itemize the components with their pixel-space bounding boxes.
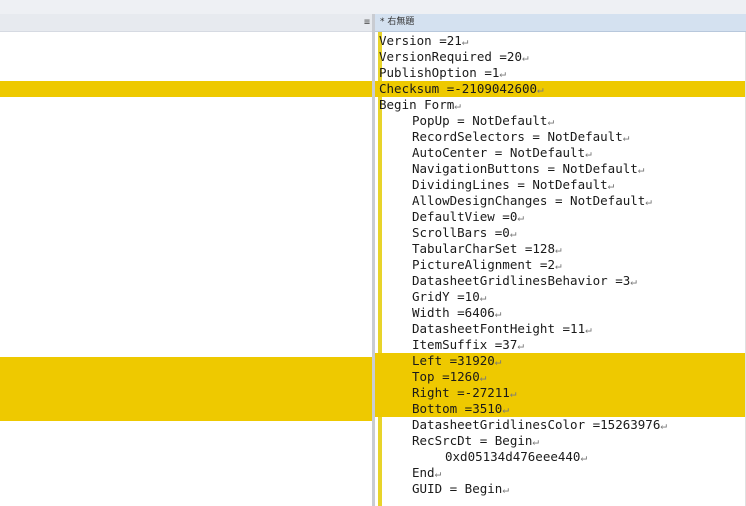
line-break-icon: ↵	[509, 227, 517, 240]
menu-icon[interactable]: ≡	[362, 14, 372, 31]
line-break-icon: ↵	[622, 131, 630, 144]
line-break-icon: ↵	[532, 435, 540, 448]
code-line[interactable]: ScrollBars =0↵	[379, 225, 516, 241]
line-break-icon: ↵	[494, 307, 502, 320]
code-line[interactable]: GridY =10↵	[379, 289, 486, 305]
line-break-icon: ↵	[537, 83, 544, 96]
line-break-icon: ↵	[522, 51, 529, 64]
line-break-icon: ↵	[555, 243, 562, 256]
code-line-text: DefaultView =0	[412, 209, 518, 224]
code-line[interactable]: Checksum =-2109042600↵	[375, 81, 746, 97]
line-break-icon: ↵	[645, 195, 652, 208]
code-editor[interactable]: Version =21↵ VersionRequired =20↵ PublishO…	[375, 32, 746, 506]
code-line-text: ItemSuffix =37	[412, 337, 518, 352]
editor-tab[interactable]: * 右無題	[375, 14, 746, 32]
code-line[interactable]: PictureAlignment =2↵	[379, 257, 562, 273]
line-break-icon: ↵	[580, 451, 588, 464]
line-break-icon: ↵	[461, 35, 469, 48]
code-line[interactable]: End↵	[379, 465, 441, 481]
code-line-text: Checksum =-2109042600	[379, 81, 538, 96]
code-line-text: RecordSelectors = NotDefault	[412, 129, 623, 144]
code-line[interactable]: VersionRequired =20↵	[379, 49, 529, 65]
code-line-text: Left =31920	[412, 353, 495, 368]
code-line[interactable]: TabularCharSet =128↵	[379, 241, 562, 257]
code-line-text: PictureAlignment =2	[412, 257, 555, 272]
line-break-icon: ↵	[547, 115, 555, 128]
code-line[interactable]: Begin Form↵	[379, 97, 461, 113]
line-break-icon: ↵	[479, 371, 487, 384]
code-line-text: GUID = Begin	[412, 481, 503, 496]
line-break-icon: ↵	[434, 467, 442, 480]
line-break-icon: ↵	[630, 275, 637, 288]
code-line-text: AutoCenter = NotDefault	[412, 145, 586, 160]
code-line-text: Begin Form	[379, 97, 455, 112]
code-line-text: DatasheetGridlinesBehavior =3	[412, 273, 631, 288]
code-line[interactable]: PublishOption =1↵	[379, 65, 506, 81]
left-diff-pane[interactable]	[0, 32, 372, 506]
line-break-icon: ↵	[555, 259, 562, 272]
code-line-text: TabularCharSet =128	[412, 241, 555, 256]
code-line[interactable]: DatasheetFontHeight =11↵	[379, 321, 592, 337]
line-break-icon: ↵	[502, 483, 509, 496]
code-line-text: Width =6406	[412, 305, 495, 320]
code-line-text: PublishOption =1	[379, 65, 500, 80]
line-break-icon: ↵	[637, 163, 645, 176]
code-line[interactable]: DividingLines = NotDefault↵	[379, 177, 614, 193]
code-line[interactable]: Left =31920↵	[375, 353, 746, 369]
code-line[interactable]: ItemSuffix =37↵	[379, 337, 524, 353]
left-diff-band-position	[0, 357, 372, 421]
line-break-icon: ↵	[499, 67, 507, 80]
code-line[interactable]: Bottom =3510↵	[375, 401, 746, 417]
line-break-icon: ↵	[502, 403, 509, 416]
code-line-text: Right =-27211	[412, 385, 510, 400]
line-break-icon: ↵	[585, 147, 592, 160]
line-break-icon: ↵	[509, 387, 517, 400]
code-line[interactable]: AutoCenter = NotDefault↵	[379, 145, 592, 161]
code-line[interactable]: Version =21↵	[379, 33, 468, 49]
code-line[interactable]: RecSrcDt = Begin↵	[379, 433, 539, 449]
left-pane-header	[0, 14, 372, 32]
code-line[interactable]: GUID = Begin↵	[379, 481, 509, 497]
code-line[interactable]: RecordSelectors = NotDefault↵	[379, 129, 629, 145]
code-line-text: 0xd05134d476eee440	[445, 449, 581, 464]
code-line[interactable]: DatasheetGridlinesBehavior =3↵	[379, 273, 637, 289]
line-break-icon: ↵	[660, 419, 667, 432]
code-line-text: NavigationButtons = NotDefault	[412, 161, 638, 176]
code-line[interactable]: DefaultView =0↵	[379, 209, 524, 225]
code-line[interactable]: Top =1260↵	[375, 369, 746, 385]
code-line[interactable]: 0xd05134d476eee440↵	[379, 449, 587, 465]
code-line-text: AllowDesignChanges = NotDefault	[412, 193, 646, 208]
line-break-icon: ↵	[517, 339, 524, 352]
code-line-text: DatasheetGridlinesColor =15263976	[412, 417, 661, 432]
code-line-text: End	[412, 465, 435, 480]
code-line-text: ScrollBars =0	[412, 225, 510, 240]
line-break-icon: ↵	[585, 323, 592, 336]
window-top-strip	[0, 0, 746, 14]
code-line-text: Version =21	[379, 33, 462, 48]
code-line[interactable]: AllowDesignChanges = NotDefault↵	[379, 193, 652, 209]
code-line[interactable]: Right =-27211↵	[375, 385, 746, 401]
line-break-icon: ↵	[479, 291, 487, 304]
code-line-text: Bottom =3510	[412, 401, 503, 416]
code-line[interactable]: DatasheetGridlinesColor =15263976↵	[379, 417, 667, 433]
code-line[interactable]: PopUp = NotDefault↵	[379, 113, 554, 129]
tab-title: * 右無題	[380, 17, 415, 27]
line-break-icon: ↵	[494, 355, 502, 368]
line-break-icon: ↵	[607, 179, 615, 192]
code-line-text: GridY =10	[412, 289, 480, 304]
code-line[interactable]: NavigationButtons = NotDefault↵	[379, 161, 644, 177]
left-diff-band-checksum	[0, 81, 372, 97]
code-line-text: VersionRequired =20	[379, 49, 522, 64]
code-line-text: PopUp = NotDefault	[412, 113, 548, 128]
code-line[interactable]: Width =6406↵	[379, 305, 501, 321]
code-line-text: DividingLines = NotDefault	[412, 177, 608, 192]
line-break-icon: ↵	[454, 99, 461, 112]
code-line-text: RecSrcDt = Begin	[412, 433, 533, 448]
code-line-text: Top =1260	[412, 369, 480, 384]
code-line-text: DatasheetFontHeight =11	[412, 321, 586, 336]
line-break-icon: ↵	[517, 211, 524, 224]
